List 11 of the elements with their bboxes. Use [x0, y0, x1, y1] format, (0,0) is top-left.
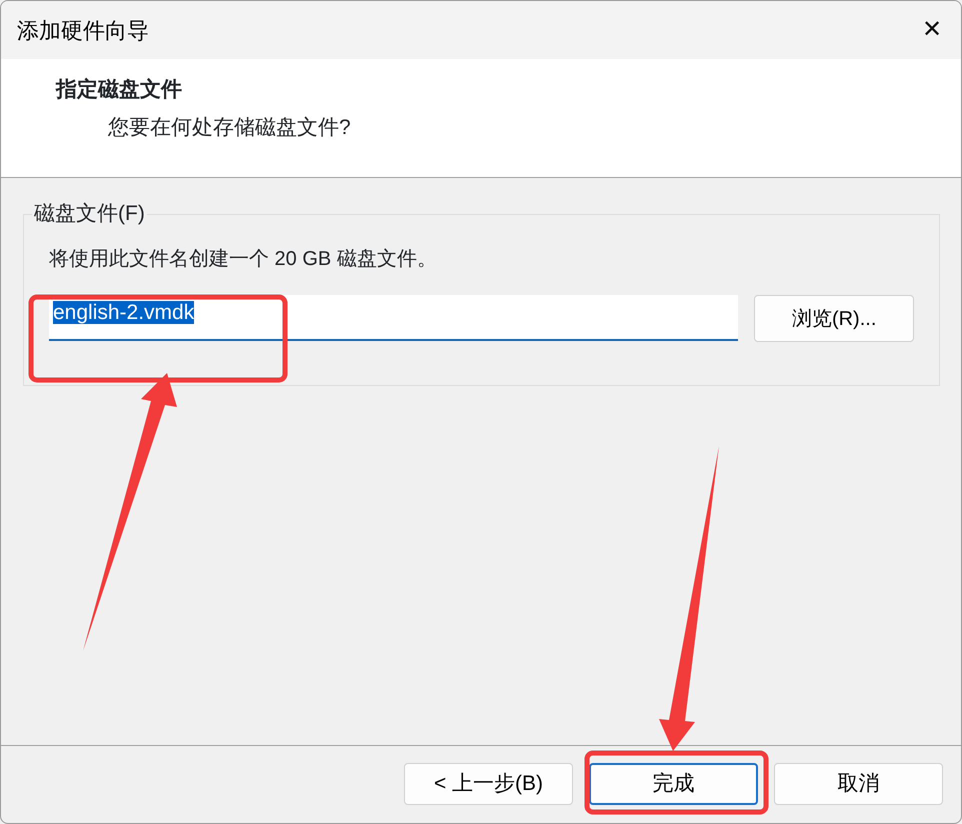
dialog-button[interactable]: 完成 — [589, 762, 758, 804]
header-title: 指定磁盘文件 — [56, 76, 183, 103]
group-legend: 磁盘文件(F) — [32, 201, 147, 227]
header-subtitle: 您要在何处存储磁盘文件? — [108, 115, 352, 141]
window-title: 添加硬件向导 — [17, 16, 149, 44]
dialog-button[interactable]: < 上一步(B) — [404, 762, 573, 804]
dialog-button[interactable]: 取消 — [774, 762, 943, 804]
file-name-field[interactable]: english-2.vmdk — [49, 295, 738, 341]
description-text: 将使用此文件名创建一个 20 GB 磁盘文件。 — [49, 247, 438, 272]
close-button[interactable]: ✕ — [903, 1, 961, 59]
browse-button[interactable]: 浏览(R)... — [754, 295, 914, 342]
